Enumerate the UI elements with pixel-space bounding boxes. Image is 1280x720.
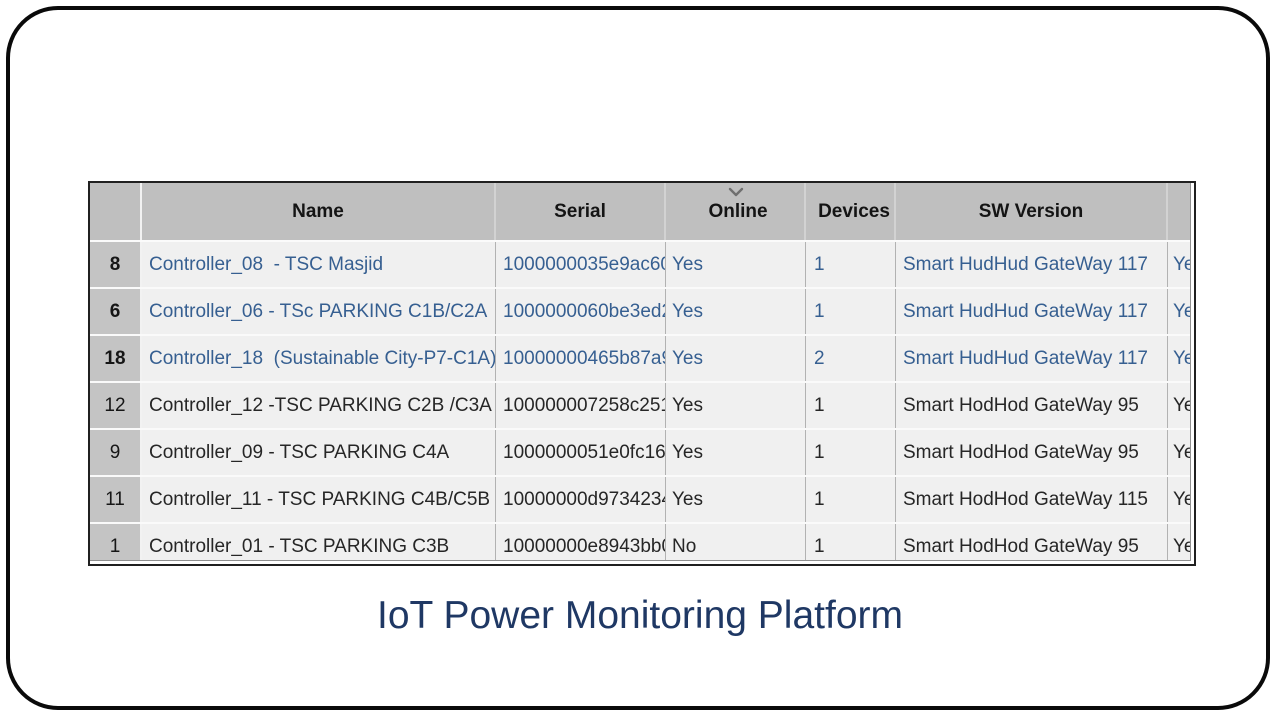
serial-cell: 10000000d9734234 <box>496 477 666 522</box>
devices-cell: 1 <box>806 524 896 561</box>
extra-cell: Yes <box>1168 524 1190 561</box>
sw-version-cell: Smart HodHod GateWay 95 <box>896 430 1168 475</box>
table-row[interactable]: 9 Controller_09 - TSC PARKING C4A 100000… <box>90 430 1190 477</box>
online-cell: Yes <box>666 336 806 381</box>
name-cell: Controller_06 - TSc PARKING C1B/C2A <box>142 289 496 334</box>
sw-version-cell: Smart HudHud GateWay 117 <box>896 336 1168 381</box>
online-cell: Yes <box>666 477 806 522</box>
online-cell: Yes <box>666 383 806 428</box>
name-cell: Controller_08 - TSC Masjid <box>142 242 496 287</box>
column-header-serial[interactable]: Serial <box>496 183 666 240</box>
serial-cell: 10000000e8943bb0 <box>496 524 666 561</box>
row-number-cell: 9 <box>90 430 142 475</box>
extra-cell: Yes <box>1168 383 1190 428</box>
row-number-cell: 11 <box>90 477 142 522</box>
sw-version-cell: Smart HudHud GateWay 117 <box>896 289 1168 334</box>
extra-cell: Yes <box>1168 242 1190 287</box>
row-number-cell: 12 <box>90 383 142 428</box>
online-cell: Yes <box>666 430 806 475</box>
devices-cell: 1 <box>806 430 896 475</box>
table-header-row: Name Serial Online Devices SW Version <box>90 183 1190 242</box>
table-row[interactable]: 1 Controller_01 - TSC PARKING C3B 100000… <box>90 524 1190 561</box>
name-cell: Controller_18 (Sustainable City-P7-C1A) <box>142 336 496 381</box>
devices-cell: 1 <box>806 383 896 428</box>
extra-cell: Yes <box>1168 289 1190 334</box>
column-header-extra <box>1168 183 1190 240</box>
row-number-cell: 1 <box>90 524 142 561</box>
sw-version-cell: Smart HudHud GateWay 117 <box>896 242 1168 287</box>
name-cell: Controller_11 - TSC PARKING C4B/C5B <box>142 477 496 522</box>
column-header-devices[interactable]: Devices <box>806 183 896 240</box>
devices-cell: 1 <box>806 289 896 334</box>
devices-cell: 2 <box>806 336 896 381</box>
column-header-rownum <box>90 183 142 240</box>
devices-cell: 1 <box>806 242 896 287</box>
table-row[interactable]: 18 Controller_18 (Sustainable City-P7-C1… <box>90 336 1190 383</box>
row-number-cell: 8 <box>90 242 142 287</box>
online-cell: Yes <box>666 242 806 287</box>
sw-version-cell: Smart HodHod GateWay 95 <box>896 524 1168 561</box>
chevron-down-icon <box>727 187 745 197</box>
column-header-name[interactable]: Name <box>142 183 496 240</box>
online-cell: Yes <box>666 289 806 334</box>
name-cell: Controller_01 - TSC PARKING C3B <box>142 524 496 561</box>
serial-cell: 100000007258c251 <box>496 383 666 428</box>
serial-cell: 1000000035e9ac60 <box>496 242 666 287</box>
controllers-grid: Name Serial Online Devices SW Version 8 … <box>90 183 1191 561</box>
table-row[interactable]: 12 Controller_12 -TSC PARKING C2B /C3A 1… <box>90 383 1190 430</box>
name-cell: Controller_09 - TSC PARKING C4A <box>142 430 496 475</box>
serial-cell: 1000000060be3ed2 <box>496 289 666 334</box>
table-row[interactable]: 11 Controller_11 - TSC PARKING C4B/C5B 1… <box>90 477 1190 524</box>
name-cell: Controller_12 -TSC PARKING C2B /C3A <box>142 383 496 428</box>
row-number-cell: 6 <box>90 289 142 334</box>
controllers-table: Name Serial Online Devices SW Version 8 … <box>88 181 1196 566</box>
extra-cell: Yes <box>1168 430 1190 475</box>
sw-version-cell: Smart HodHod GateWay 115 <box>896 477 1168 522</box>
serial-cell: 10000000465b87a9 <box>496 336 666 381</box>
serial-cell: 1000000051e0fc16 <box>496 430 666 475</box>
devices-cell: 1 <box>806 477 896 522</box>
sw-version-cell: Smart HodHod GateWay 95 <box>896 383 1168 428</box>
table-row[interactable]: 6 Controller_06 - TSc PARKING C1B/C2A 10… <box>90 289 1190 336</box>
row-number-cell: 18 <box>90 336 142 381</box>
online-cell: No <box>666 524 806 561</box>
extra-cell: Yes <box>1168 336 1190 381</box>
slide-caption: IoT Power Monitoring Platform <box>0 594 1280 638</box>
table-row[interactable]: 8 Controller_08 - TSC Masjid 1000000035e… <box>90 242 1190 289</box>
extra-cell: Yes <box>1168 477 1190 522</box>
column-header-sw-version[interactable]: SW Version <box>896 183 1168 240</box>
